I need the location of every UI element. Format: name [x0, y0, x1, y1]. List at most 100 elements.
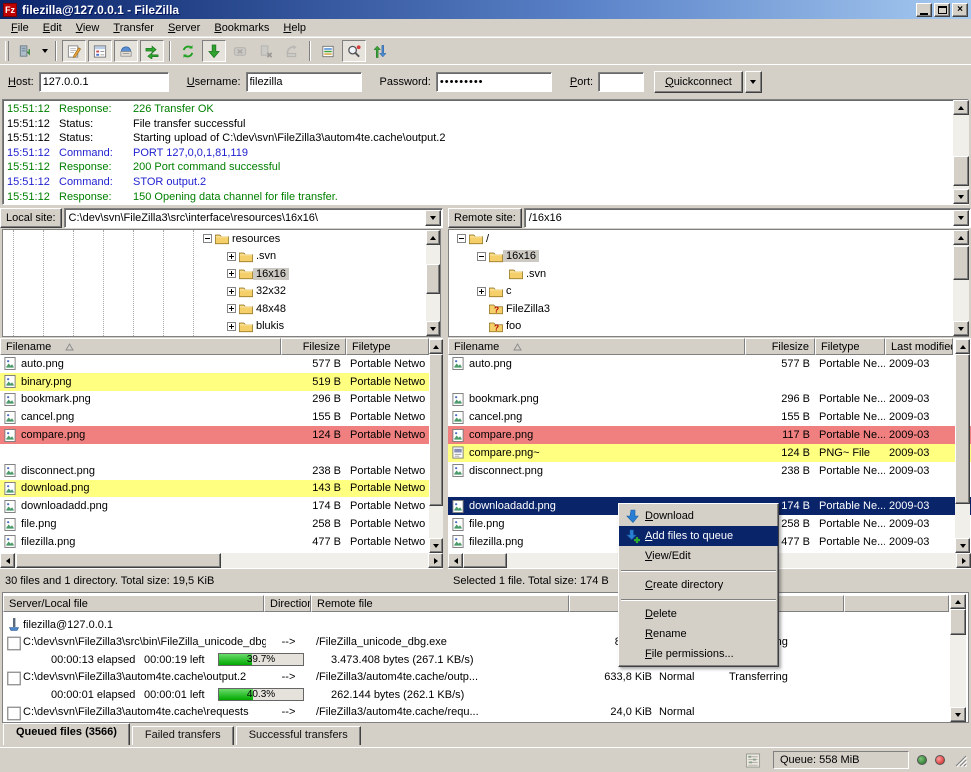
file-row[interactable]: file.png 258 B Portable Netwo	[0, 515, 443, 533]
minimize-button[interactable]	[916, 2, 932, 17]
column-header-filetype[interactable]: Filetype	[346, 338, 429, 355]
scroll-left-button[interactable]	[448, 553, 463, 568]
tree-item[interactable]: ? foo	[449, 318, 968, 336]
file-row[interactable]: filezilla.png 477 B Portable Netwo	[0, 533, 443, 551]
file-row[interactable]: compare.png~ 124 B PNG~ File 2009-03	[448, 443, 971, 462]
username-input[interactable]	[245, 71, 362, 92]
collapse-icon[interactable]	[457, 234, 466, 244]
file-row[interactable]: compare.png 124 B Portable Netwo	[0, 426, 443, 444]
scroll-right-button[interactable]	[956, 553, 971, 568]
menu-bookmarks[interactable]: Bookmarks	[207, 20, 276, 36]
local-tree-scrollbar[interactable]	[426, 230, 440, 336]
tree-item[interactable]: .svn	[3, 248, 440, 266]
scroll-thumb[interactable]	[953, 246, 969, 280]
tab-queued-files-[interactable]: Queued files (3566)	[3, 723, 130, 745]
local-list-hscrollbar[interactable]	[0, 553, 443, 568]
menu-help[interactable]: Help	[276, 20, 313, 36]
scroll-up-button[interactable]	[953, 100, 969, 115]
queue-row[interactable]: C:\dev\svn\FileZilla3\src\bin\FileZilla_…	[3, 634, 968, 652]
expand-icon[interactable]	[477, 286, 486, 296]
scroll-up-button[interactable]	[950, 594, 966, 609]
queue-row[interactable]: 00:00:13 elapsed 00:00:19 left 39.7% 3.473.…	[3, 651, 968, 669]
message-log-button[interactable]	[62, 40, 86, 62]
file-row[interactable]: bookmark.png 296 B Portable Netwo	[0, 391, 443, 409]
cancel-button[interactable]	[228, 40, 252, 62]
maximize-button[interactable]	[934, 2, 950, 17]
scroll-left-button[interactable]	[0, 553, 15, 568]
local-site-dropdown[interactable]	[425, 210, 441, 226]
tree-item[interactable]: 16x16	[449, 248, 968, 266]
tree-item[interactable]: ? FileZilla3	[449, 300, 968, 318]
expand-icon[interactable]	[227, 251, 236, 261]
column-header-last-modified[interactable]: Last modified	[885, 338, 953, 355]
expand-icon[interactable]	[227, 286, 236, 296]
column-header-filename[interactable]: Filename	[448, 338, 745, 355]
context-menu-item-rename[interactable]: Rename	[619, 624, 778, 644]
scroll-thumb[interactable]	[463, 553, 507, 568]
queue-column-header[interactable]	[844, 595, 949, 613]
close-button[interactable]: ×	[952, 2, 968, 17]
site-manager-dropdown[interactable]	[38, 40, 51, 62]
file-row[interactable]: auto.png 577 B Portable Netwo	[0, 355, 443, 373]
scroll-down-button[interactable]	[429, 538, 443, 553]
tree-item[interactable]: 32x32	[3, 283, 440, 301]
file-row[interactable]	[448, 373, 971, 391]
queue-row[interactable]: C:\dev\svn\FileZilla3\autom4te.cache\out…	[3, 669, 968, 687]
resize-grip[interactable]	[953, 753, 968, 768]
disconnect-button[interactable]	[254, 40, 278, 62]
local-treeview-button[interactable]	[88, 40, 112, 62]
scroll-up-button[interactable]	[955, 339, 970, 354]
expand-icon[interactable]	[227, 321, 236, 331]
host-input[interactable]	[38, 71, 169, 92]
queue-column-header[interactable]: Server/Local file	[3, 595, 264, 613]
file-row[interactable]: cancel.png 155 B Portable Netwo	[0, 408, 443, 426]
expand-icon[interactable]	[227, 304, 236, 314]
sync-browsing-button[interactable]	[368, 40, 392, 62]
tree-item[interactable]: 48x48	[3, 300, 440, 318]
menu-transfer[interactable]: Transfer	[106, 20, 161, 36]
log-scrollbar[interactable]	[953, 100, 969, 204]
queue-column-header[interactable]: Remote file	[311, 595, 569, 613]
collapse-icon[interactable]	[203, 234, 212, 244]
password-input[interactable]	[435, 71, 552, 92]
tree-item[interactable]: 16x16	[3, 265, 440, 283]
expand-icon[interactable]	[227, 269, 236, 279]
menu-file[interactable]: File	[4, 20, 36, 36]
site-manager-button[interactable]	[13, 40, 37, 62]
scroll-thumb[interactable]	[429, 354, 443, 506]
tree-item[interactable]: /	[449, 230, 968, 248]
transfer-queue-button[interactable]	[140, 40, 164, 62]
tree-item[interactable]: resources	[3, 230, 440, 248]
local-list-vscrollbar[interactable]	[429, 339, 443, 553]
file-row[interactable]	[0, 444, 443, 462]
tree-item[interactable]: c	[449, 283, 968, 301]
file-row[interactable]: download.png 143 B Portable Netwo	[0, 479, 443, 498]
scroll-thumb[interactable]	[950, 609, 966, 635]
scroll-down-button[interactable]	[955, 538, 970, 553]
scroll-up-button[interactable]	[953, 230, 969, 245]
context-menu-item-download[interactable]: Download	[619, 506, 778, 526]
queue-row[interactable]: C:\dev\svn\FileZilla3\autom4te.cache\req…	[3, 704, 968, 722]
context-menu-item-delete[interactable]: Delete	[619, 604, 778, 624]
file-row[interactable]: auto.png 577 B Portable Ne... 2009-03	[448, 355, 971, 373]
scroll-thumb[interactable]	[426, 264, 440, 294]
context-menu-item-create-directory[interactable]: Create directory	[619, 575, 778, 595]
scroll-down-button[interactable]	[426, 321, 440, 336]
scroll-thumb[interactable]	[953, 156, 969, 186]
file-row[interactable]: binary.png 519 B Portable Netwo	[0, 372, 443, 391]
tab-successful-transfers[interactable]: Successful transfers	[235, 726, 361, 745]
title-bar[interactable]: Fz filezilla@127.0.0.1 - FileZilla ×	[0, 0, 971, 19]
column-header-filename[interactable]: Filename	[0, 338, 281, 355]
menu-server[interactable]: Server	[161, 20, 207, 36]
menu-edit[interactable]: Edit	[36, 20, 69, 36]
scroll-thumb[interactable]	[955, 354, 970, 504]
scroll-up-button[interactable]	[429, 339, 443, 354]
context-menu-item-add-files-to-queue[interactable]: Add files to queue	[619, 526, 778, 546]
scroll-down-button[interactable]	[953, 189, 969, 204]
queue-row[interactable]: filezilla@127.0.0.1	[3, 616, 968, 634]
filter-button[interactable]	[316, 40, 340, 62]
context-menu-item-file-permissions-[interactable]: File permissions...	[619, 644, 778, 664]
quickconnect-button[interactable]: Quickconnect	[654, 70, 743, 93]
column-header-filetype[interactable]: Filetype	[815, 338, 885, 355]
remote-site-combobox[interactable]: /16x16	[523, 208, 971, 228]
